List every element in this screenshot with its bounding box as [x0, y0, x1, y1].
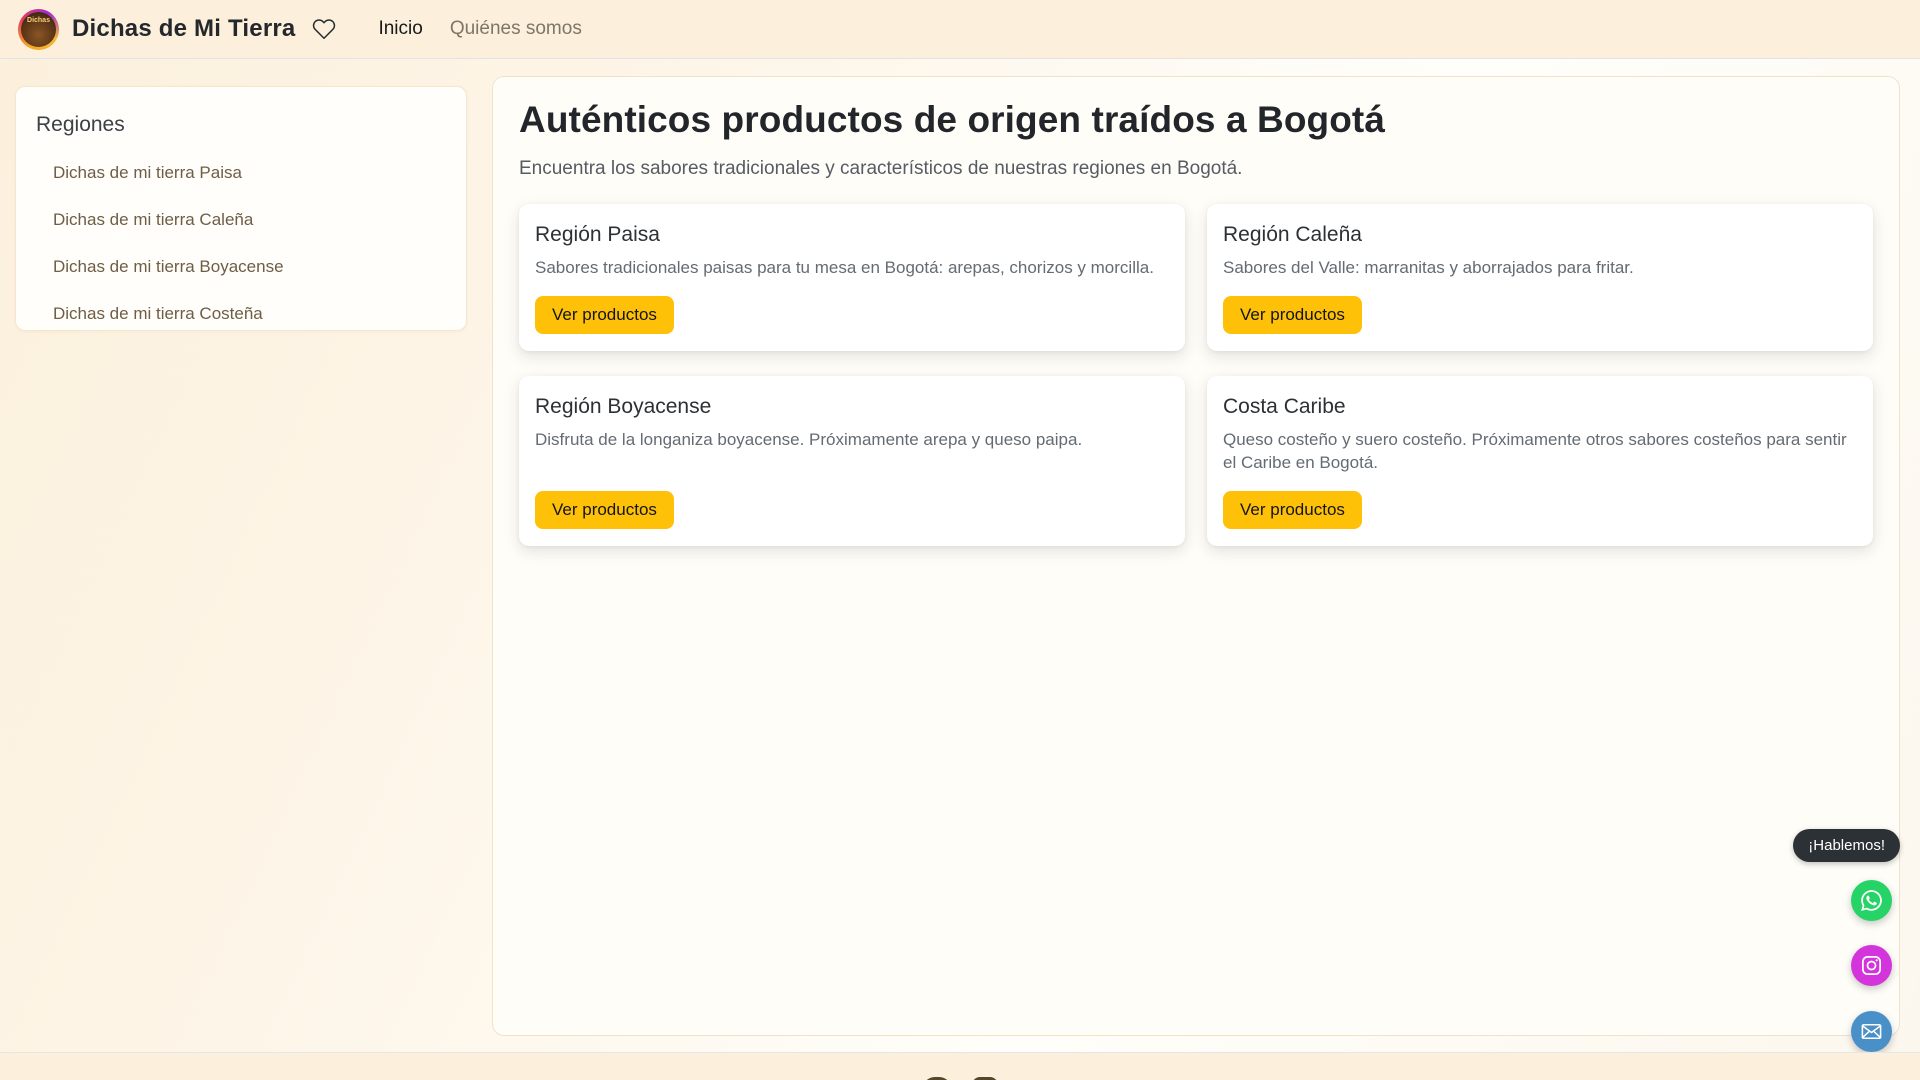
region-cards-grid: Región Paisa Sabores tradicionales paisa… — [519, 204, 1873, 546]
email-button[interactable] — [1851, 1011, 1892, 1052]
instagram-icon — [1860, 954, 1883, 977]
ver-productos-boyacense-button[interactable]: Ver productos — [535, 490, 674, 529]
region-card-costa-caribe: Costa Caribe Queso costeño y suero coste… — [1207, 375, 1873, 546]
brand-logo[interactable]: Dichas — [18, 8, 59, 50]
region-card-title: Región Caleña — [1223, 223, 1362, 246]
brand-title: Dichas de Mi Tierra — [72, 15, 296, 42]
page-title: Auténticos productos de origen traídos a… — [519, 99, 1386, 140]
main-nav: Inicio Quiénes somos — [378, 18, 581, 40]
whatsapp-button[interactable] — [1851, 880, 1892, 921]
region-card-description: Sabores tradicionales paisas para tu mes… — [535, 258, 1154, 277]
sidebar-title: Regiones — [36, 113, 125, 136]
region-card-title: Región Boyacense — [535, 394, 712, 418]
sidebar-item-calena[interactable]: Dichas de mi tierra Caleña — [36, 210, 446, 230]
nav-link-inicio[interactable]: Inicio — [378, 18, 422, 40]
region-card-description: Queso costeño y suero costeño. Próximame… — [1223, 429, 1847, 472]
sidebar-item-costena[interactable]: Dichas de mi tierra Costeña — [36, 304, 446, 324]
region-card-title: Costa Caribe — [1223, 394, 1346, 418]
region-card-calena: Región Caleña Sabores del Valle: marrani… — [1207, 204, 1873, 351]
email-icon — [1860, 1020, 1883, 1043]
sidebar-item-boyacense[interactable]: Dichas de mi tierra Boyacense — [36, 257, 446, 277]
ver-productos-costa-button[interactable]: Ver productos — [1223, 490, 1362, 529]
brand-logo-image: Dichas — [21, 11, 56, 47]
main-panel: Auténticos productos de origen traídos a… — [492, 76, 1900, 1036]
instagram-button[interactable] — [1851, 945, 1892, 986]
ver-productos-paisa-button[interactable]: Ver productos — [535, 295, 674, 334]
nav-link-quienes-somos[interactable]: Quiénes somos — [450, 18, 582, 40]
header: Dichas Dichas de Mi Tierra Inicio Quiéne… — [0, 0, 1920, 59]
ver-productos-calena-button[interactable]: Ver productos — [1223, 295, 1362, 334]
regions-sidebar: Regiones Dichas de mi tierra Paisa Dicha… — [15, 86, 467, 331]
footer — [0, 1052, 1920, 1080]
region-card-paisa: Región Paisa Sabores tradicionales paisa… — [519, 204, 1185, 351]
brand-logo-text: Dichas — [27, 16, 50, 24]
region-card-description: Sabores del Valle: marranitas y aborraja… — [1223, 258, 1634, 277]
region-card-boyacense: Región Boyacense Disfruta de la longaniz… — [519, 375, 1185, 546]
region-card-description: Disfruta de la longaniza boyacense. Próx… — [535, 429, 1083, 449]
heart-icon[interactable] — [312, 17, 336, 41]
sidebar-item-paisa[interactable]: Dichas de mi tierra Paisa — [36, 163, 446, 183]
region-card-title: Región Paisa — [535, 223, 660, 246]
whatsapp-icon — [1859, 888, 1884, 913]
page-subtitle: Encuentra los sabores tradicionales y ca… — [519, 158, 1243, 179]
hablemos-tooltip: ¡Hablemos! — [1793, 829, 1900, 862]
